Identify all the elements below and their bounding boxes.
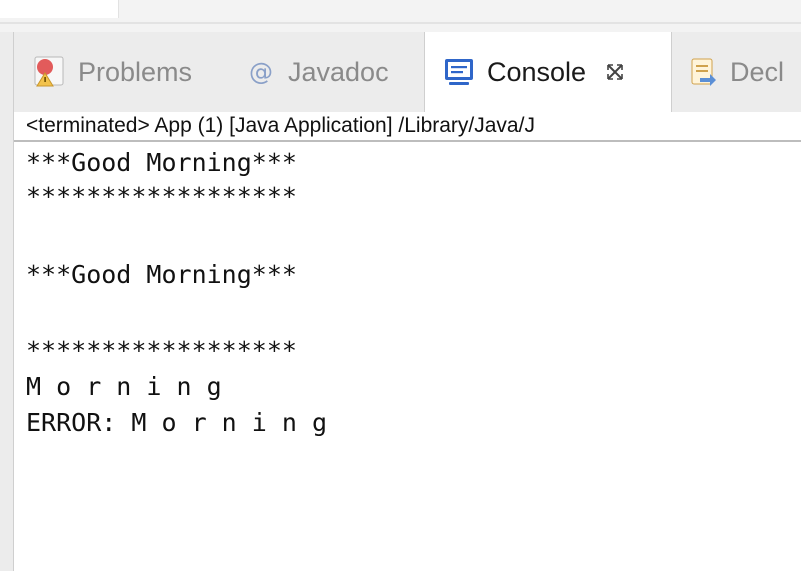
at-icon: @ (246, 57, 276, 87)
tab-javadoc[interactable]: @ Javadoc (246, 32, 389, 112)
console-line: ***Good Morning*** (26, 260, 297, 289)
console-line: ****************** (26, 182, 297, 211)
tab-javadoc-label: Javadoc (288, 56, 389, 87)
tab-console-label: Console (487, 56, 587, 87)
declaration-icon (688, 56, 718, 88)
console-output[interactable]: ***Good Morning*** ****************** **… (14, 144, 801, 571)
tab-problems-label: Problems (78, 56, 193, 87)
top-editor-strip (0, 0, 801, 32)
console-line: ***Good Morning*** (26, 148, 297, 177)
tab-console[interactable]: Console (424, 32, 672, 112)
view-left-border (0, 32, 14, 571)
tab-declaration[interactable]: Decl (688, 32, 784, 112)
tab-problems[interactable]: Problems (32, 32, 192, 112)
console-line: M o r n i n g (26, 372, 222, 401)
console-process-status: <terminated> App (1) [Java Application] … (14, 112, 801, 142)
top-divider (0, 22, 801, 24)
close-icon[interactable] (604, 61, 626, 83)
console-line: ERROR: M o r n i n g (26, 408, 328, 437)
svg-text:@: @ (249, 58, 273, 86)
console-line: ****************** (26, 336, 297, 365)
view-tab-bar: Problems @ Javadoc Console Decl (14, 32, 801, 112)
console-icon (443, 57, 475, 87)
tab-declaration-label: Decl (730, 56, 785, 87)
problems-icon (32, 55, 66, 89)
editor-tab-remnant (0, 0, 119, 18)
